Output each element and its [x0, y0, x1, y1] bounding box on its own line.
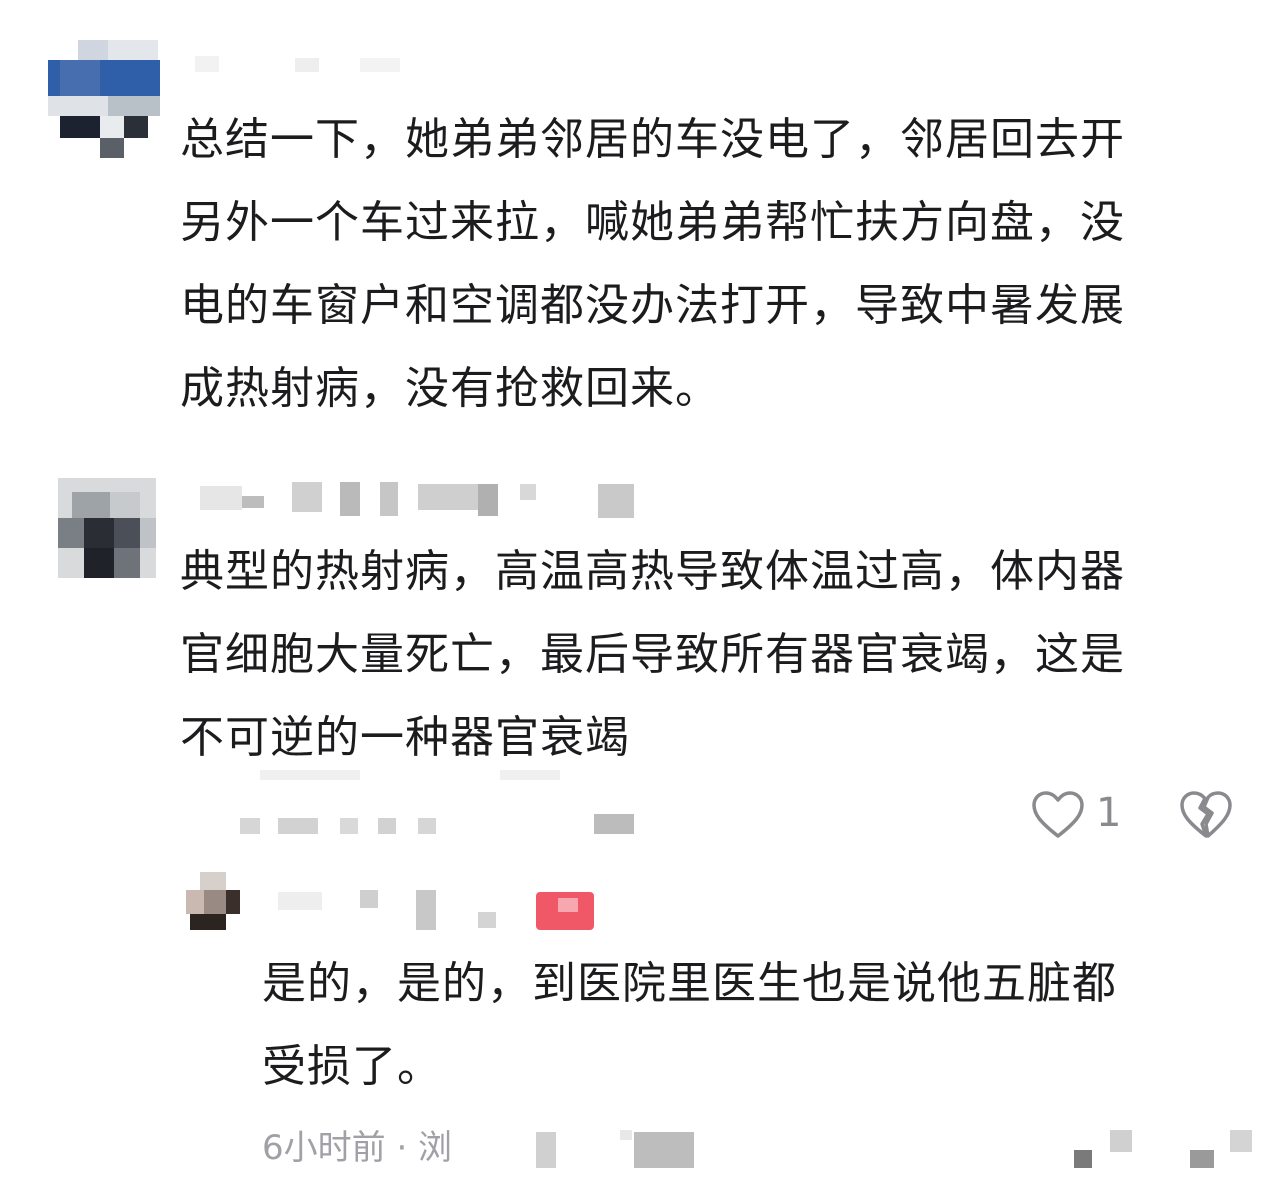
comment-line: 成热射病，没有抢救回来。	[180, 363, 720, 414]
comment-line: 不可逆的一种器官衰竭	[180, 712, 630, 763]
comment-line: 另外一个车过来拉，喊她弟弟帮忙扶方向盘，没	[180, 197, 1125, 248]
avatar[interactable]	[48, 40, 160, 158]
comment-meta-redacted	[180, 770, 650, 840]
reply-line: 受损了。	[262, 1041, 442, 1092]
comment-text: 典型的热射病，高温高热导致体温过高，体内器 官细胞大量死亡，最后导致所有器官衰竭…	[180, 530, 1125, 779]
comment-line: 电的车窗户和空调都没办法打开，导致中暑发展	[180, 280, 1125, 331]
comment-line: 典型的热射病，高温高热导致体温过高，体内器	[180, 546, 1125, 597]
username-redacted[interactable]	[180, 478, 640, 518]
reply-time: 6小时前 · 浏	[262, 1128, 453, 1168]
like-count: 1	[1096, 790, 1122, 836]
dislike-button[interactable]	[1178, 790, 1234, 840]
avatar[interactable]	[58, 478, 156, 578]
reply-text: 是的，是的，到医院里医生也是说他五脏都 受损了。	[262, 942, 1117, 1108]
heart-outline-icon	[1032, 791, 1084, 838]
reply-meta-redacted	[530, 1128, 1270, 1172]
broken-heart-icon	[1180, 791, 1232, 838]
comment-line: 总结一下，她弟弟邻居的车没电了，邻居回去开	[180, 114, 1125, 165]
username-redacted[interactable]	[270, 886, 610, 932]
avatar[interactable]	[186, 872, 240, 930]
reply-line: 是的，是的，到医院里医生也是说他五脏都	[262, 958, 1117, 1009]
username-redacted[interactable]	[185, 48, 405, 80]
comment-line: 官细胞大量死亡，最后导致所有器官衰竭，这是	[180, 629, 1125, 680]
comment-text: 总结一下，她弟弟邻居的车没电了，邻居回去开 另外一个车过来拉，喊她弟弟帮忙扶方向…	[180, 98, 1125, 430]
like-button[interactable]: 1	[1030, 790, 1130, 840]
